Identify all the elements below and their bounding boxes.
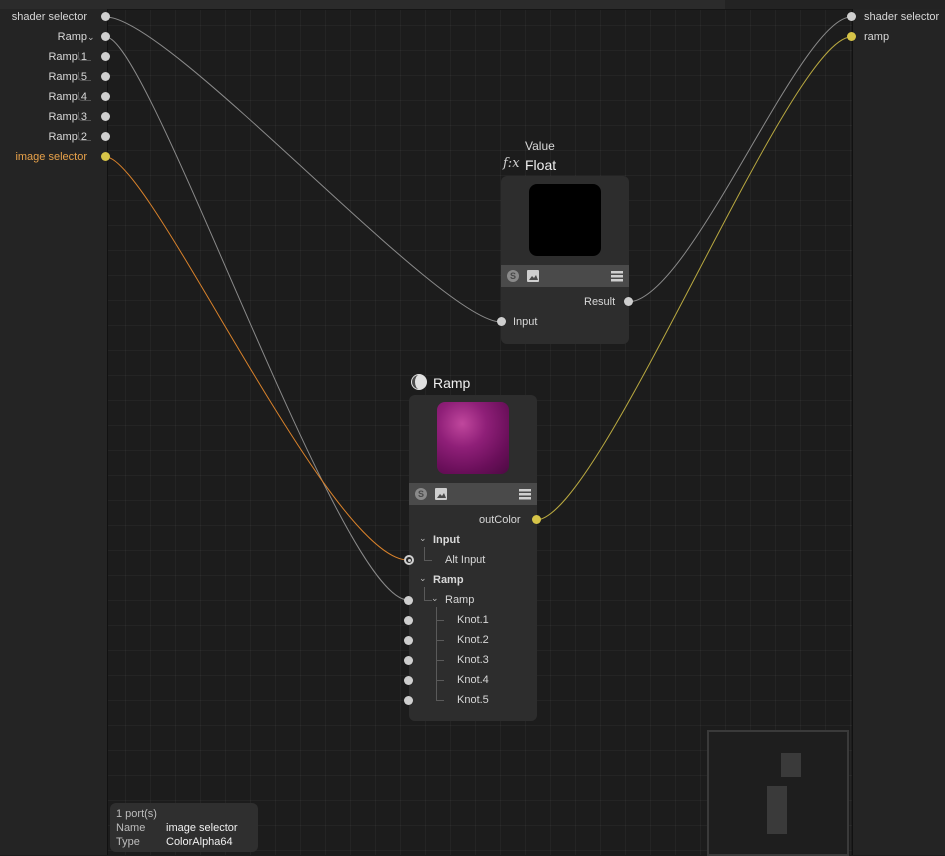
menu-icon[interactable] bbox=[611, 270, 623, 282]
ramp-child-label: Ramp bbox=[445, 594, 475, 606]
left-port-image-selector[interactable]: image selector bbox=[0, 149, 112, 165]
tooltip-type-value: ColorAlpha64 bbox=[166, 836, 233, 848]
alt-input-port-dot[interactable] bbox=[404, 555, 414, 565]
chevron-down-icon[interactable]: ⌄ bbox=[87, 29, 95, 45]
tooltip-count: 1 port(s) bbox=[116, 808, 157, 820]
port-dot[interactable] bbox=[101, 12, 110, 21]
tooltip-name-value: image selector bbox=[166, 822, 238, 834]
toolbar-segment bbox=[725, 0, 945, 9]
left-port-ramp[interactable]: Ramp ⌄ bbox=[0, 29, 112, 45]
output-port-label: outColor bbox=[479, 514, 521, 526]
child-link-icon bbox=[78, 132, 91, 141]
chevron-down-icon[interactable]: ⌄ bbox=[431, 593, 439, 604]
tree-line bbox=[424, 587, 425, 600]
menu-icon[interactable] bbox=[519, 488, 531, 500]
knot-port-dot[interactable] bbox=[404, 696, 413, 705]
tree-line bbox=[436, 680, 444, 681]
image-icon[interactable] bbox=[435, 488, 447, 500]
top-toolbar bbox=[0, 0, 945, 10]
child-link-icon bbox=[78, 112, 91, 121]
port-dot[interactable] bbox=[101, 112, 110, 121]
node-subtitle: Value bbox=[525, 139, 555, 153]
port-label: shader selector bbox=[864, 11, 940, 23]
port-dot[interactable] bbox=[101, 52, 110, 61]
port-label: image selector bbox=[15, 151, 87, 163]
port-label: Ramp bbox=[57, 31, 87, 43]
shader-icon[interactable]: S bbox=[507, 270, 519, 282]
knot-port-dot[interactable] bbox=[404, 656, 413, 665]
left-port-ramp-1[interactable]: Ramp.1 bbox=[0, 49, 112, 65]
port-dot[interactable] bbox=[101, 152, 110, 161]
knot-label: Knot.3 bbox=[457, 654, 489, 666]
input-group-label: Input bbox=[433, 534, 460, 546]
output-ports-panel bbox=[852, 9, 945, 855]
shader-icon[interactable]: S bbox=[415, 488, 427, 500]
left-port-shader-selector[interactable]: shader selector bbox=[0, 9, 112, 25]
right-port-shader-selector[interactable]: shader selector bbox=[846, 9, 945, 25]
minimap-node bbox=[781, 753, 801, 777]
right-port-ramp[interactable]: ramp bbox=[846, 29, 945, 45]
minimap[interactable] bbox=[707, 730, 849, 856]
port-info-tooltip: 1 port(s) Name image selector Type Color… bbox=[110, 803, 258, 852]
node-title: Ramp bbox=[433, 375, 471, 391]
node-preview bbox=[437, 402, 509, 474]
input-port-label: Input bbox=[513, 316, 538, 328]
tree-line bbox=[436, 640, 444, 641]
node-title: Float bbox=[525, 157, 557, 173]
left-port-ramp-4[interactable]: Ramp.4 bbox=[0, 89, 112, 105]
left-port-ramp-2[interactable]: Ramp.2 bbox=[0, 129, 112, 145]
knot-label: Knot.5 bbox=[457, 694, 489, 706]
port-dot[interactable] bbox=[101, 32, 110, 41]
child-link-icon bbox=[78, 52, 91, 61]
output-port-label: Result bbox=[584, 296, 616, 308]
left-port-ramp-5[interactable]: Ramp.5 bbox=[0, 69, 112, 85]
image-icon[interactable] bbox=[527, 270, 539, 282]
node-toolbar: S bbox=[501, 265, 629, 287]
child-link-icon bbox=[78, 92, 91, 101]
port-label: shader selector bbox=[11, 11, 87, 23]
port-dot[interactable] bbox=[847, 32, 856, 41]
child-link-icon bbox=[78, 72, 91, 81]
ramp-group-label: Ramp bbox=[433, 574, 464, 586]
left-port-ramp-3[interactable]: Ramp.3 bbox=[0, 109, 112, 125]
knot-port-dot[interactable] bbox=[404, 636, 413, 645]
knot-label: Knot.1 bbox=[457, 614, 489, 626]
output-port-dot[interactable] bbox=[624, 297, 633, 306]
node-toolbar: S bbox=[409, 483, 537, 505]
knot-label: Knot.4 bbox=[457, 674, 489, 686]
tooltip-type-key: Type bbox=[116, 836, 140, 848]
port-dot[interactable] bbox=[101, 132, 110, 141]
output-port-dot[interactable] bbox=[532, 515, 541, 524]
ramp-input-port-dot[interactable] bbox=[404, 596, 413, 605]
port-dot[interactable] bbox=[101, 92, 110, 101]
ramp-sphere-icon bbox=[411, 374, 427, 390]
tree-line bbox=[436, 660, 444, 661]
tree-line bbox=[436, 620, 444, 621]
tree-line bbox=[424, 547, 425, 560]
node-preview bbox=[529, 184, 601, 256]
port-label: ramp bbox=[864, 31, 890, 43]
port-dot[interactable] bbox=[847, 12, 856, 21]
fx-icon: f:x bbox=[503, 156, 520, 171]
tooltip-name-key: Name bbox=[116, 822, 146, 834]
minimap-node bbox=[767, 786, 787, 834]
knot-label: Knot.2 bbox=[457, 634, 489, 646]
knot-port-dot[interactable] bbox=[404, 616, 413, 625]
chevron-down-icon[interactable]: ⌄ bbox=[419, 533, 427, 544]
input-port-dot[interactable] bbox=[497, 317, 506, 326]
alt-input-label: Alt Input bbox=[445, 554, 486, 566]
knot-port-dot[interactable] bbox=[404, 676, 413, 685]
tree-line bbox=[424, 560, 432, 561]
tree-line bbox=[436, 700, 444, 701]
chevron-down-icon[interactable]: ⌄ bbox=[419, 573, 427, 584]
port-dot[interactable] bbox=[101, 72, 110, 81]
